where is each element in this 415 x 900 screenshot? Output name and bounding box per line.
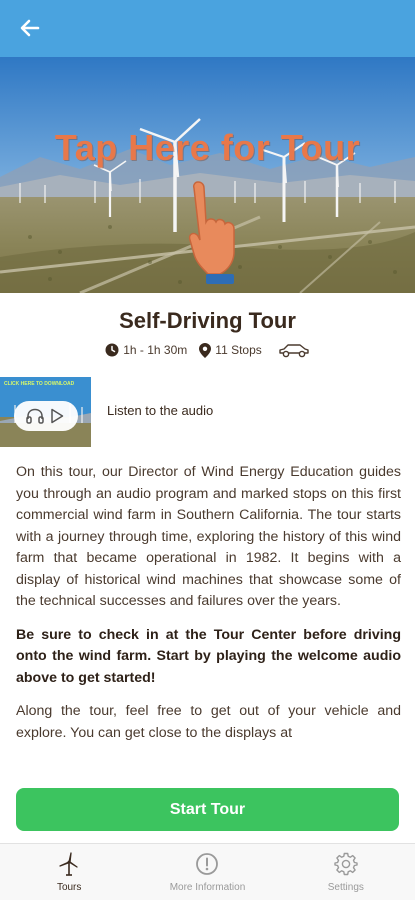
description-paragraph-2: Be sure to check in at the Tour Center b… [16, 626, 401, 686]
vehicle-info [278, 342, 310, 358]
tab-settings-label: Settings [327, 882, 364, 893]
arrow-left-icon [20, 19, 40, 37]
gear-icon [334, 852, 358, 876]
start-tour-button[interactable]: Start Tour [16, 788, 399, 831]
audio-thumbnail-image [0, 377, 91, 447]
stops-info: 11 Stops [199, 342, 262, 358]
tab-tours[interactable]: Tours [0, 844, 138, 900]
tab-settings[interactable]: Settings [277, 844, 415, 900]
tab-tours-label: Tours [56, 882, 82, 893]
description-paragraph-3: Along the tour, feel free to get out of … [16, 703, 401, 741]
wind-turbine-icon [59, 852, 78, 876]
play-icon[interactable] [50, 408, 64, 424]
wind-farm-image [0, 57, 415, 293]
tab-more-information-label: More Information [169, 882, 246, 893]
app-header [0, 0, 415, 57]
car-icon [279, 344, 309, 358]
listen-audio-label[interactable]: Listen to the audio [107, 403, 213, 418]
duration-info: 1h - 1h 30m [105, 343, 187, 357]
stops-text: 11 Stops [215, 343, 262, 357]
tour-description: On this tour, our Director of Wind Energ… [16, 462, 401, 756]
duration-text: 1h - 1h 30m [123, 343, 188, 357]
audio-thumbnail[interactable]: CLICK HERE TO DOWNLOAD [0, 377, 91, 447]
bottom-navigation: Tours More Information Settings [0, 843, 415, 900]
map-pin-icon [199, 342, 212, 358]
tour-title: Self-Driving Tour [119, 308, 296, 333]
tour-meta: 1h - 1h 30m 11 Stops [0, 342, 415, 358]
description-paragraph-1: On this tour, our Director of Wind Energ… [16, 464, 401, 609]
audio-row[interactable]: CLICK HERE TO DOWNLOAD Listen to the aud… [0, 377, 415, 447]
thumbnail-caption: CLICK HERE TO DOWNLOAD [4, 381, 75, 387]
back-button[interactable] [14, 12, 46, 44]
headphones-icon [26, 408, 44, 424]
tap-for-tour-text[interactable]: Tap Here for Tour [0, 127, 415, 169]
tour-hero-banner[interactable]: Tap Here for Tour [0, 57, 415, 293]
clock-icon [105, 343, 119, 357]
info-circle-icon [196, 853, 219, 875]
tab-more-information[interactable]: More Information [138, 844, 276, 900]
